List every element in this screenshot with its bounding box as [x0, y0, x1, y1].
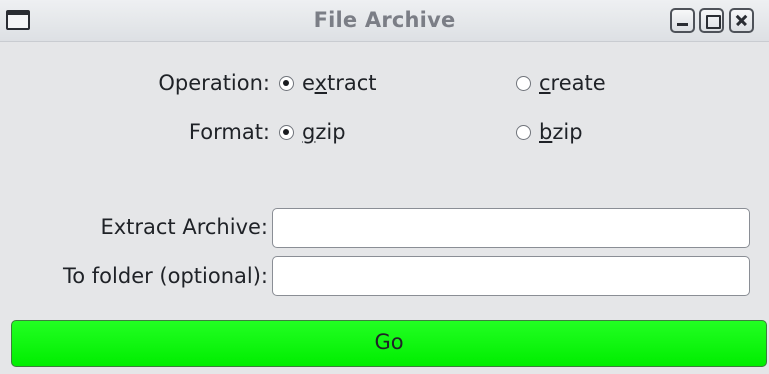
radio-indicator [516, 75, 531, 91]
radio-bzip-label: bzip [539, 120, 583, 144]
radio-gzip[interactable]: gzip [279, 120, 346, 144]
maximize-icon[interactable] [699, 8, 724, 33]
extract-archive-label: Extract Archive: [100, 215, 268, 239]
window-title: File Archive [313, 8, 456, 32]
radio-bzip[interactable]: bzip [516, 120, 583, 144]
radio-extract[interactable]: extract [279, 71, 377, 95]
folder-label: To folder (optional): [63, 264, 268, 288]
radio-create-label: create [539, 71, 606, 95]
operation-label: Operation: [158, 71, 270, 95]
radio-indicator [279, 75, 294, 91]
radio-extract-label: extract [302, 71, 377, 95]
minimize-icon[interactable] [670, 8, 695, 33]
file-archive-window: File Archive Operation: extract create F… [0, 0, 769, 374]
radio-create[interactable]: create [516, 71, 606, 95]
radio-indicator [279, 124, 294, 140]
format-label: Format: [188, 120, 270, 144]
folder-input[interactable] [272, 256, 750, 296]
radio-gzip-label: gzip [302, 120, 346, 144]
close-icon[interactable] [729, 8, 754, 33]
extract-archive-input[interactable] [272, 208, 750, 248]
go-button[interactable]: Go [11, 320, 767, 367]
radio-indicator [516, 124, 531, 140]
title-bar[interactable]: File Archive [0, 0, 769, 42]
